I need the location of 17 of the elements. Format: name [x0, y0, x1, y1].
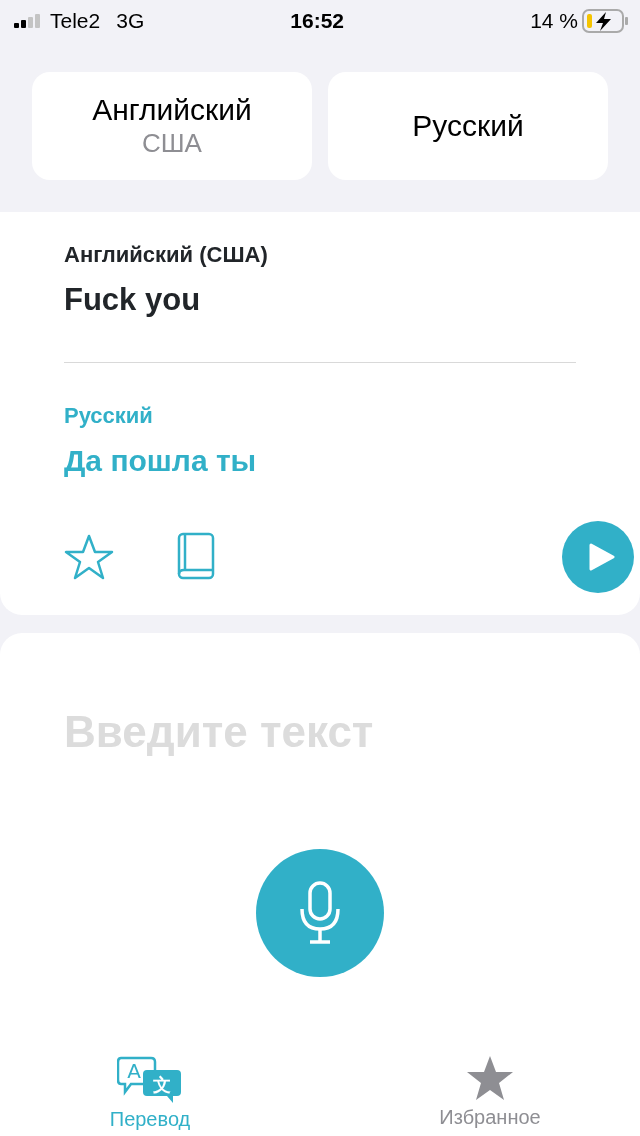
battery-percent: 14 % [530, 8, 578, 35]
book-icon[interactable] [176, 532, 216, 582]
source-text: Fuck you [64, 281, 202, 319]
signal-icon [14, 14, 42, 28]
language-button[interactable]: Русский [328, 72, 608, 180]
battery-icon [582, 9, 628, 33]
network-type: 3G [116, 8, 145, 35]
play-icon [587, 542, 615, 572]
target-language-label: Русский [64, 401, 154, 430]
star-outline-icon[interactable] [64, 533, 114, 581]
microphone-icon [298, 881, 342, 945]
star-icon [465, 1054, 515, 1102]
status-time: 16:52 [290, 8, 346, 35]
source-language-label: Английский (США) [64, 241, 269, 269]
carrier-name: Tele2 [50, 8, 101, 35]
translated-text: Да пошла ты [64, 442, 258, 479]
language-button[interactable]: Английский США [32, 72, 312, 180]
